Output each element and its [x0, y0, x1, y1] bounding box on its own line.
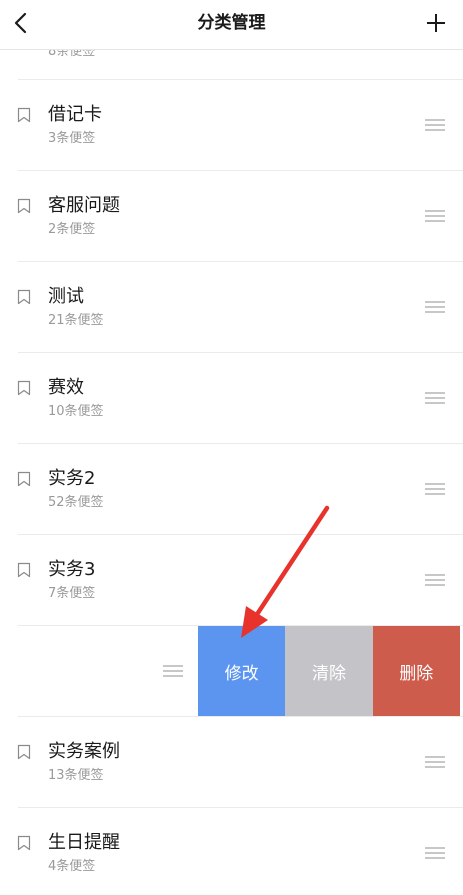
bookmark-icon	[17, 380, 31, 396]
category-note-count: 3条便签	[48, 131, 96, 146]
category-row[interactable]: 实务案例 13条便签	[0, 717, 463, 808]
delete-button[interactable]: 删除	[372, 626, 460, 716]
category-list: 借记卡 3条便签 客服问题 2条便签 测试 21条便签 赛效 10条便签 实务2…	[0, 80, 463, 895]
category-note-count: 21条便签	[48, 313, 104, 328]
category-name: 实务3	[48, 559, 96, 580]
bookmark-icon	[17, 198, 31, 214]
category-name: 实务2	[48, 468, 96, 489]
category-note-count: 13条便签	[48, 768, 104, 783]
nav-bar: 分类管理	[0, 0, 463, 50]
category-row[interactable]: 赛效 10条便签	[0, 353, 463, 444]
category-name: 客服问题	[48, 195, 120, 216]
category-name: 赛效	[48, 377, 84, 398]
drag-handle-icon[interactable]	[425, 574, 445, 588]
category-row[interactable]: 测试 21条便签	[0, 262, 463, 353]
page-title: 分类管理	[197, 13, 266, 33]
category-row[interactable]: 实务3 7条便签	[0, 535, 463, 626]
category-note-count: 10条便签	[48, 404, 104, 419]
plus-icon	[427, 14, 445, 32]
drag-handle-icon[interactable]	[425, 119, 445, 133]
category-name: 测试	[48, 286, 84, 307]
drag-handle-icon[interactable]	[425, 756, 445, 770]
bookmark-icon	[17, 289, 31, 305]
swipe-actions: 修改 清除 删除	[198, 626, 460, 716]
drag-handle-icon[interactable]	[425, 392, 445, 406]
category-note-count: 2条便签	[48, 222, 96, 237]
drag-handle-icon[interactable]	[425, 483, 445, 497]
drag-handle-icon[interactable]	[163, 665, 183, 679]
clear-button[interactable]: 清除	[285, 626, 373, 716]
category-note-count: 52条便签	[48, 495, 104, 510]
category-management-screen: 分类管理 8条便签 借记卡 3条便签 客服问题 2条便签 测试 21条便签 赛效…	[0, 0, 463, 895]
drag-handle-icon[interactable]	[425, 301, 445, 315]
category-row[interactable]: 生日提醒 4条便签	[0, 808, 463, 895]
bookmark-icon	[17, 835, 31, 851]
drag-handle-icon[interactable]	[425, 847, 445, 861]
drag-handle-icon[interactable]	[425, 210, 445, 224]
bookmark-icon	[17, 562, 31, 578]
category-name: 借记卡	[48, 104, 102, 125]
category-row[interactable]: 借记卡 3条便签	[0, 80, 463, 171]
category-note-count: 7条便签	[48, 586, 96, 601]
category-row[interactable]: 实务2 52条便签	[0, 444, 463, 535]
bookmark-icon	[17, 744, 31, 760]
category-name: 生日提醒	[48, 832, 120, 853]
category-note-count: 4条便签	[48, 859, 96, 874]
category-row-swiped[interactable]: 修改 清除 删除	[0, 626, 463, 717]
edit-button[interactable]: 修改	[198, 626, 286, 716]
bookmark-icon	[17, 471, 31, 487]
category-name: 实务案例	[48, 741, 120, 762]
bookmark-icon	[17, 107, 31, 123]
category-row[interactable]: 客服问题 2条便签	[0, 171, 463, 262]
add-category-button[interactable]	[421, 8, 451, 38]
